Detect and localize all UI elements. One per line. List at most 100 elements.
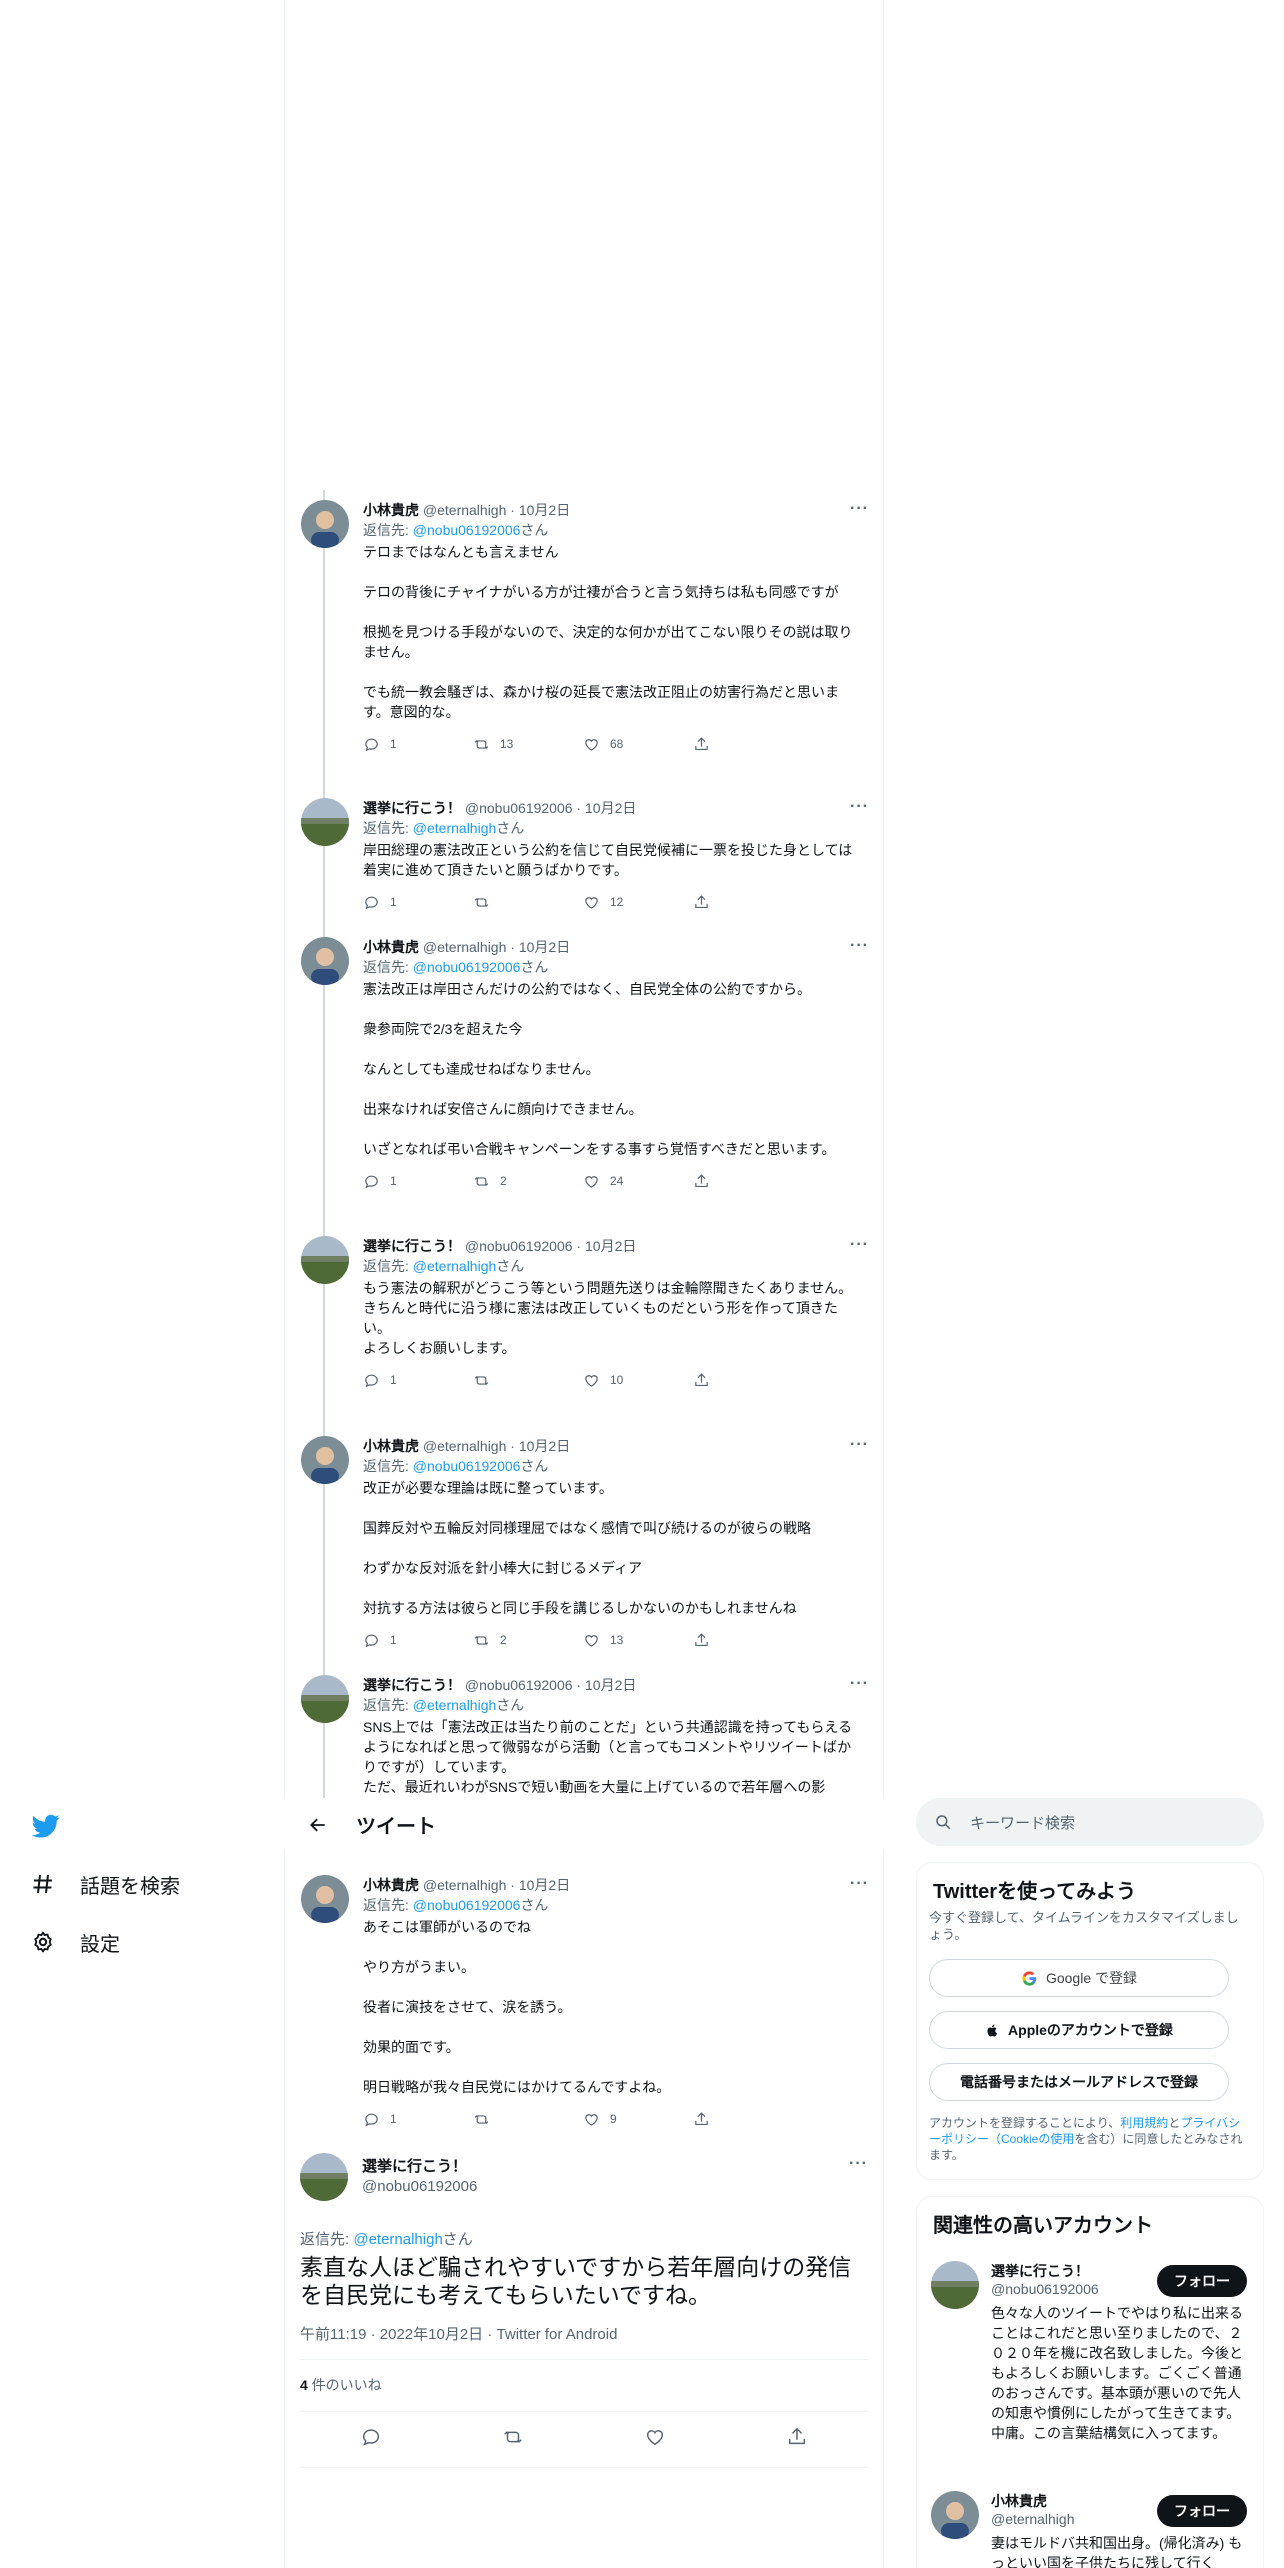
tweet-date[interactable]: 10月2日	[585, 1677, 636, 1693]
reply-to-link[interactable]: @eternalhigh	[353, 2231, 442, 2248]
account-name[interactable]: 選挙に行こう！	[991, 2261, 1089, 2281]
more-icon[interactable]: ···	[849, 2155, 868, 2173]
account-handle[interactable]: @eternalhigh	[991, 2511, 1075, 2527]
avatar[interactable]	[931, 2261, 979, 2309]
likes-count[interactable]: 4 件のいいね	[300, 2375, 382, 2395]
reply-to-link[interactable]: @eternalhigh	[413, 1258, 497, 1274]
reply-button[interactable]: 1	[363, 892, 473, 912]
tweet-date[interactable]: 10月2日	[519, 502, 570, 518]
avatar[interactable]	[301, 1436, 349, 1484]
reply-button[interactable]: 1	[363, 1630, 473, 1650]
reply-to-link[interactable]: @eternalhigh	[413, 1697, 497, 1713]
nav-item-explore[interactable]: 話題を検索	[30, 1864, 180, 1904]
author-name[interactable]: 小林貴虎	[363, 1438, 419, 1454]
tweet-date[interactable]: 10月2日	[585, 1238, 636, 1254]
reply-button[interactable]	[360, 2426, 382, 2453]
author-handle[interactable]: @nobu06192006	[465, 1238, 573, 1254]
avatar[interactable]	[931, 2491, 979, 2539]
reply-to-link[interactable]: @nobu06192006	[413, 1458, 521, 1474]
author-handle[interactable]: @eternalhigh	[423, 939, 507, 955]
author-name[interactable]: 選挙に行こう！	[362, 2155, 477, 2176]
author-name[interactable]: 選挙に行こう！	[363, 1677, 461, 1693]
tweet[interactable]: ··· 選挙に行こう！ @nobu06192006 · 10月2日 返信先: @et…	[285, 1675, 885, 1798]
like-button[interactable]: 68	[583, 734, 693, 754]
search-box[interactable]: キーワード検索	[916, 1798, 1264, 1846]
retweet-button[interactable]: 13	[473, 734, 583, 754]
reply-to-link[interactable]: @nobu06192006	[413, 959, 521, 975]
author-name[interactable]: 小林貴虎	[363, 1877, 419, 1893]
related-account[interactable]: 小林貴虎 @eternalhigh フォロー 妻はモルドバ共和国出身。(帰化済み…	[917, 2489, 1263, 2568]
avatar[interactable]	[301, 937, 349, 985]
tweet-date[interactable]: 10月2日	[585, 800, 636, 816]
reply-button[interactable]: 1	[363, 1370, 473, 1390]
author-handle[interactable]: @eternalhigh	[423, 502, 507, 518]
retweet-button[interactable]: 2	[473, 1630, 583, 1650]
avatar[interactable]	[301, 1236, 349, 1284]
tweet-source[interactable]: Twitter for Android	[497, 2326, 618, 2343]
tweet[interactable]: ··· 小林貴虎 @eternalhigh · 10月2日 返信先: @nobu06…	[285, 490, 885, 798]
like-button[interactable]: 9	[583, 2109, 693, 2129]
like-button[interactable]: 10	[583, 1370, 693, 1390]
tweet[interactable]: ··· 選挙に行こう！ @nobu06192006 · 10月2日 返信先: @et…	[285, 798, 885, 937]
author-handle[interactable]: @nobu06192006	[465, 1677, 573, 1693]
apple-signup-button[interactable]: Appleのアカウントで登録	[929, 2011, 1229, 2049]
share-button[interactable]	[693, 1171, 803, 1191]
author-handle[interactable]: @eternalhigh	[423, 1438, 507, 1454]
tweet-time[interactable]: 午前11:19	[300, 2326, 366, 2343]
back-button[interactable]	[300, 1807, 336, 1843]
like-button[interactable]: 12	[583, 892, 693, 912]
share-button[interactable]	[693, 2109, 803, 2129]
reply-to-link[interactable]: @nobu06192006	[413, 522, 521, 538]
author-name[interactable]: 選挙に行こう！	[363, 800, 461, 816]
reply-button[interactable]: 1	[363, 734, 473, 754]
retweet-button[interactable]	[502, 2426, 524, 2453]
tweet-date[interactable]: 2022年10月2日	[380, 2326, 483, 2343]
author-name[interactable]: 小林貴虎	[363, 939, 419, 955]
retweet-button[interactable]	[473, 1370, 583, 1390]
like-button[interactable]: 24	[583, 1171, 693, 1191]
like-button[interactable]: 13	[583, 1630, 693, 1650]
like-button[interactable]	[644, 2426, 666, 2453]
avatar[interactable]	[301, 500, 349, 548]
tweet[interactable]: ··· 小林貴虎 @eternalhigh · 10月2日 返信先: @nobu06…	[285, 937, 885, 1236]
twitter-logo-icon[interactable]	[30, 1812, 64, 1842]
account-name[interactable]: 小林貴虎	[991, 2491, 1047, 2511]
retweet-button[interactable]	[473, 892, 583, 912]
author-handle[interactable]: @nobu06192006	[465, 800, 573, 816]
author-handle[interactable]: @nobu06192006	[362, 2178, 477, 2195]
reply-button[interactable]: 1	[363, 2109, 473, 2129]
account-handle[interactable]: @nobu06192006	[991, 2281, 1099, 2297]
related-account[interactable]: 選挙に行こう！ @nobu06192006 フォロー 色々な人のツイートでやはり…	[917, 2259, 1263, 2469]
author-name[interactable]: 小林貴虎	[363, 502, 419, 518]
tweet-date[interactable]: 10月2日	[519, 1438, 570, 1454]
retweet-button[interactable]	[473, 2109, 583, 2129]
avatar[interactable]	[301, 798, 349, 846]
share-button[interactable]	[693, 892, 803, 912]
share-button[interactable]	[693, 734, 803, 754]
search-input[interactable]: キーワード検索	[970, 1812, 1075, 1833]
terms-link[interactable]: 利用規約	[1120, 2116, 1168, 2130]
share-button[interactable]	[693, 1630, 803, 1650]
retweet-button[interactable]: 2	[473, 1171, 583, 1191]
tweet[interactable]: ··· 小林貴虎 @eternalhigh · 10月2日 返信先: @nobu06…	[285, 1875, 885, 2126]
phone-email-signup-button[interactable]: 電話番号またはメールアドレスで登録	[929, 2063, 1229, 2101]
share-button[interactable]	[786, 2426, 808, 2453]
author-handle[interactable]: @eternalhigh	[423, 1877, 507, 1893]
reply-button[interactable]: 1	[363, 1171, 473, 1191]
tweet-date[interactable]: 10月2日	[519, 1877, 570, 1893]
author-name[interactable]: 選挙に行こう！	[363, 1238, 461, 1254]
tweet-date[interactable]: 10月2日	[519, 939, 570, 955]
avatar[interactable]	[301, 1675, 349, 1723]
avatar[interactable]	[301, 1875, 349, 1923]
follow-button[interactable]: フォロー	[1157, 2265, 1247, 2297]
nav-item-settings[interactable]: 設定	[30, 1922, 120, 1962]
tweet[interactable]: ··· 小林貴虎 @eternalhigh · 10月2日 返信先: @nobu06…	[285, 1436, 885, 1675]
follow-button[interactable]: フォロー	[1157, 2495, 1247, 2527]
tweet-body: 小林貴虎 @eternalhigh · 10月2日 返信先: @nobu06192…	[363, 1875, 863, 2129]
reply-to-link[interactable]: @nobu06192006	[413, 1897, 521, 1913]
tweet[interactable]: ··· 選挙に行こう！ @nobu06192006 · 10月2日 返信先: @et…	[285, 1236, 885, 1436]
reply-to-link[interactable]: @eternalhigh	[413, 820, 497, 836]
google-signup-button[interactable]: Google で登録	[929, 1959, 1229, 1997]
share-button[interactable]	[693, 1370, 803, 1390]
avatar[interactable]	[300, 2153, 348, 2201]
